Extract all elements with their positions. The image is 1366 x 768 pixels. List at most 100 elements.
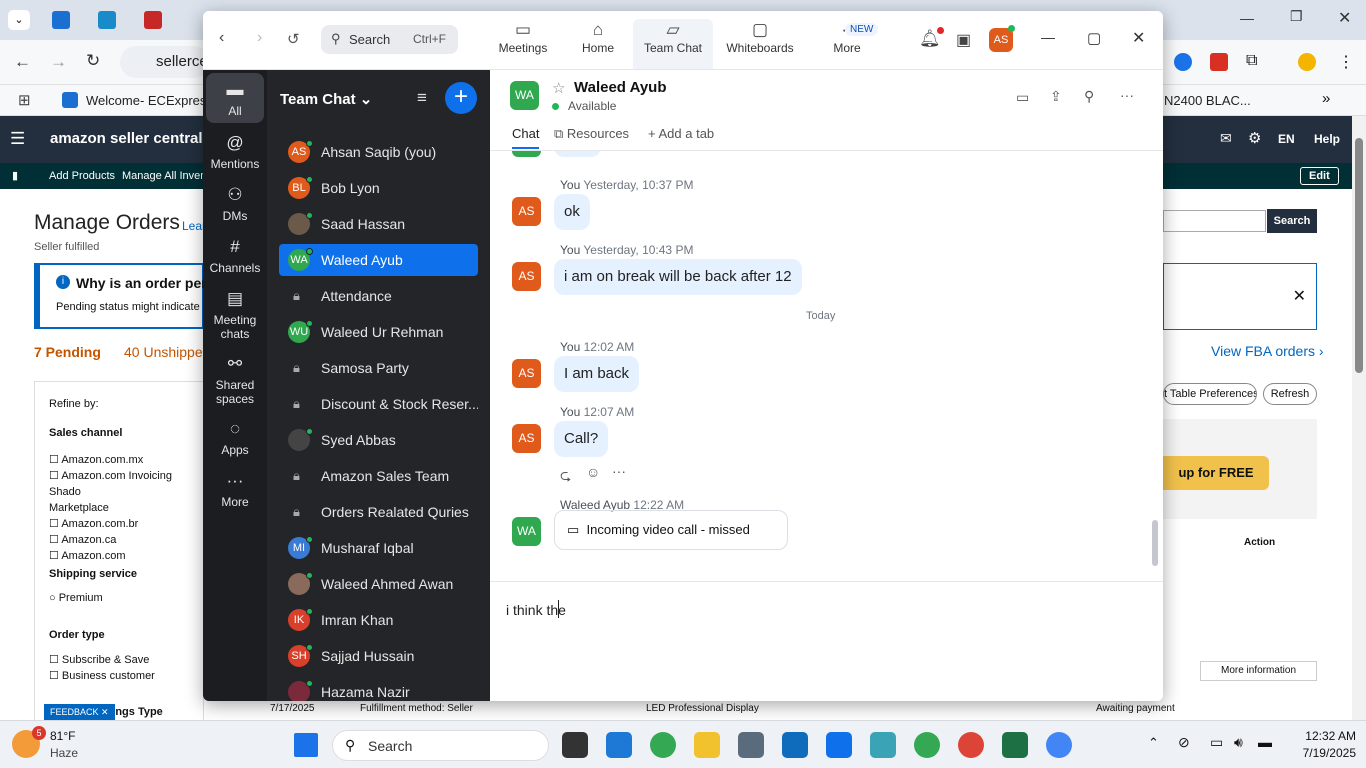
- message-avatar[interactable]: AS: [512, 359, 541, 388]
- nav-channels[interactable]: # Channels: [206, 236, 264, 275]
- chrome-profile-icon[interactable]: [958, 732, 984, 758]
- chat-scrollbar[interactable]: [1152, 151, 1158, 582]
- channel-item[interactable]: 🔒︎ Attendance: [279, 280, 478, 312]
- message-bubble[interactable]: wait: [554, 151, 601, 157]
- view-fba-link[interactable]: View FBA orders ›: [1211, 343, 1324, 359]
- channel-checkbox[interactable]: ☐ Amazon.ca: [49, 532, 203, 548]
- outlook-icon[interactable]: [782, 732, 808, 758]
- premium-radio[interactable]: ○ Premium: [49, 592, 103, 604]
- bookmark-link[interactable]: Welcome- ECExpres...: [86, 93, 217, 108]
- minimize-icon[interactable]: —: [1041, 29, 1055, 45]
- message-bubble[interactable]: ok: [554, 194, 590, 230]
- search-box[interactable]: ⚲ Search Ctrl+F: [321, 25, 458, 54]
- pdf-extension-icon[interactable]: [1210, 53, 1228, 71]
- page-scrollbar[interactable]: [1352, 116, 1366, 729]
- temperature[interactable]: 81°F: [50, 729, 75, 743]
- network-icon[interactable]: ⊘: [1178, 734, 1190, 751]
- mail-icon[interactable]: ✉: [1220, 130, 1232, 147]
- minimize-icon[interactable]: —: [1240, 10, 1254, 26]
- search-icon[interactable]: ⚲: [1084, 88, 1094, 105]
- history-icon[interactable]: ↺: [287, 30, 300, 48]
- chrome-profile-icon[interactable]: [1046, 732, 1072, 758]
- channel-checkbox[interactable]: ☐ Amazon.com Invoicing Shado: [49, 468, 203, 500]
- channel-checkbox[interactable]: ☐ Amazon.com.br: [49, 516, 203, 532]
- order-type-checkbox[interactable]: ☐ Subscribe & Save: [49, 653, 149, 666]
- scrollbar-thumb[interactable]: [1152, 520, 1158, 566]
- apps-grid-icon[interactable]: ⊞: [18, 91, 31, 109]
- tab-chat[interactable]: Chat: [512, 126, 540, 149]
- nav-meeting-chats[interactable]: ▤ Meeting chats: [206, 288, 264, 341]
- order-type-checkbox[interactable]: ☐ Business customer: [49, 669, 155, 682]
- clock-time[interactable]: 12:32 AM: [1292, 729, 1356, 743]
- refresh-button[interactable]: Refresh: [1263, 383, 1317, 405]
- channel-checkbox[interactable]: ☐ Amazon.com: [49, 548, 203, 564]
- close-icon[interactable]: ✕: [1132, 28, 1145, 48]
- back-icon[interactable]: ←: [14, 52, 31, 72]
- message-input[interactable]: i think the: [506, 602, 566, 618]
- channel-item[interactable]: 🔒︎ Orders Realated Quries: [279, 496, 478, 528]
- tab-unshipped[interactable]: 40 Unshipped: [124, 344, 210, 360]
- contact-item[interactable]: SH Sajjad Hussain: [279, 640, 478, 672]
- maximize-icon[interactable]: ▢: [1087, 29, 1101, 47]
- contact-item[interactable]: WA Waleed Ayub: [279, 244, 478, 276]
- close-icon[interactable]: ✕: [1338, 8, 1351, 28]
- tab-favicon[interactable]: [98, 11, 116, 29]
- task-view-icon[interactable]: [562, 732, 588, 758]
- nav-manage-inventory[interactable]: Manage All Invent: [122, 170, 209, 182]
- windows-start-icon[interactable]: [294, 733, 318, 757]
- emoji-react-icon[interactable]: ☺: [586, 464, 600, 480]
- message-bubble[interactable]: Call?: [554, 421, 609, 457]
- reload-icon[interactable]: ↻: [86, 51, 100, 71]
- tab-resources[interactable]: ⧉ Resources: [554, 126, 629, 142]
- nav-add-products[interactable]: Add Products: [49, 170, 115, 182]
- file-explorer-icon[interactable]: [694, 732, 720, 758]
- chrome-profile-icon[interactable]: [914, 732, 940, 758]
- excel-icon[interactable]: [1002, 732, 1028, 758]
- hamburger-icon[interactable]: ☰: [10, 129, 25, 149]
- nav-mentions[interactable]: @ Mentions: [206, 132, 264, 171]
- language-select[interactable]: EN: [1278, 132, 1295, 146]
- order-search-input[interactable]: [1163, 210, 1266, 232]
- gift-icon[interactable]: ▣: [956, 30, 971, 50]
- message-avatar[interactable]: AS: [512, 197, 541, 226]
- contact-item[interactable]: AS Ahsan Saqib (you): [279, 136, 478, 168]
- missed-call-card[interactable]: ▭ Incoming video call - missed: [554, 510, 788, 550]
- tab-favicon[interactable]: [144, 11, 162, 29]
- nav-apps[interactable]: ◌ Apps: [206, 418, 264, 457]
- clock-date[interactable]: 7/19/2025: [1292, 746, 1356, 760]
- contact-item[interactable]: Saad Hassan: [279, 208, 478, 240]
- close-notice-icon[interactable]: ✕: [1293, 286, 1306, 306]
- back-icon[interactable]: ‹: [219, 29, 224, 47]
- app-icon[interactable]: [870, 732, 896, 758]
- scrollbar-thumb[interactable]: [1355, 138, 1363, 373]
- edit-button[interactable]: Edit: [1300, 167, 1339, 185]
- tab-pending[interactable]: 7 Pending: [34, 344, 101, 360]
- channel-checkbox[interactable]: ☐ Amazon.com.mx: [49, 452, 203, 468]
- chevron-right-icon[interactable]: »: [1322, 90, 1330, 107]
- profile-icon[interactable]: [1298, 53, 1316, 71]
- contact-item[interactable]: MI Musharaf Iqbal: [279, 532, 478, 564]
- address-input[interactable]: sellerce: [120, 46, 210, 78]
- weather-condition[interactable]: Haze: [50, 746, 78, 760]
- forward-icon[interactable]: ›: [257, 29, 262, 47]
- message-avatar[interactable]: AS: [512, 262, 541, 291]
- nav-shared-spaces[interactable]: ⚯ Shared spaces: [206, 353, 264, 406]
- store-icon[interactable]: [606, 732, 632, 758]
- reply-icon[interactable]: ⮎: [560, 465, 571, 489]
- volume-icon[interactable]: 🔊︎: [1234, 734, 1243, 751]
- extension-icon[interactable]: [1174, 53, 1192, 71]
- nav-all[interactable]: ▬ All: [206, 73, 264, 123]
- battery-icon[interactable]: ▬: [1258, 734, 1272, 750]
- share-screen-icon[interactable]: ⇪: [1050, 88, 1062, 105]
- contact-item[interactable]: WU Waleed Ur Rehman: [279, 316, 478, 348]
- channel-item[interactable]: 🔒︎ Amazon Sales Team: [279, 460, 478, 492]
- row-product[interactable]: LED Professional Display: [646, 703, 759, 714]
- tab-favicon[interactable]: [52, 11, 70, 29]
- chevron-up-icon[interactable]: ⌃: [1148, 735, 1159, 751]
- nav-more[interactable]: ··· More: [206, 470, 264, 509]
- star-icon[interactable]: ☆: [552, 79, 565, 97]
- restore-icon[interactable]: ❐: [1290, 8, 1303, 25]
- help-link[interactable]: Help: [1314, 132, 1340, 146]
- tab-meetings[interactable]: ▭ Meetings: [483, 19, 563, 69]
- add-tab[interactable]: + Add a tab: [648, 126, 714, 141]
